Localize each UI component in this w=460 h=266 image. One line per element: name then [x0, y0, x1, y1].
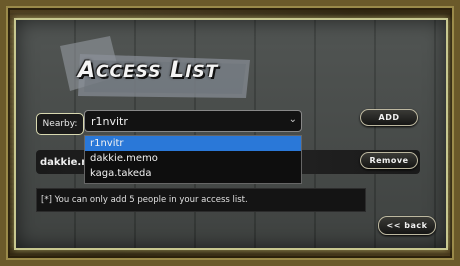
dropdown-option[interactable]: kaga.takeda [85, 166, 301, 181]
dropdown-option[interactable]: dakkie.memo [85, 151, 301, 166]
nearby-label: Nearby: [36, 113, 84, 135]
chevron-down-icon: ⌄ [288, 114, 297, 125]
nearby-dropdown-list[interactable]: r1nvitr dakkie.memo kaga.takeda [84, 135, 302, 184]
access-list-entry-name: dakkie.memo [40, 157, 84, 168]
dropdown-option[interactable]: r1nvitr [85, 136, 301, 151]
access-limit-note: [*] You can only add 5 people in your ac… [36, 188, 366, 212]
back-button[interactable]: << back [378, 216, 436, 235]
nearby-select-value: r1nvitr [91, 114, 128, 128]
nearby-select[interactable]: r1nvitr ⌄ [84, 110, 302, 132]
add-button[interactable]: ADD [360, 109, 418, 126]
remove-button[interactable]: Remove [360, 152, 418, 169]
dialog-title: ACCESS LIST [78, 58, 219, 83]
